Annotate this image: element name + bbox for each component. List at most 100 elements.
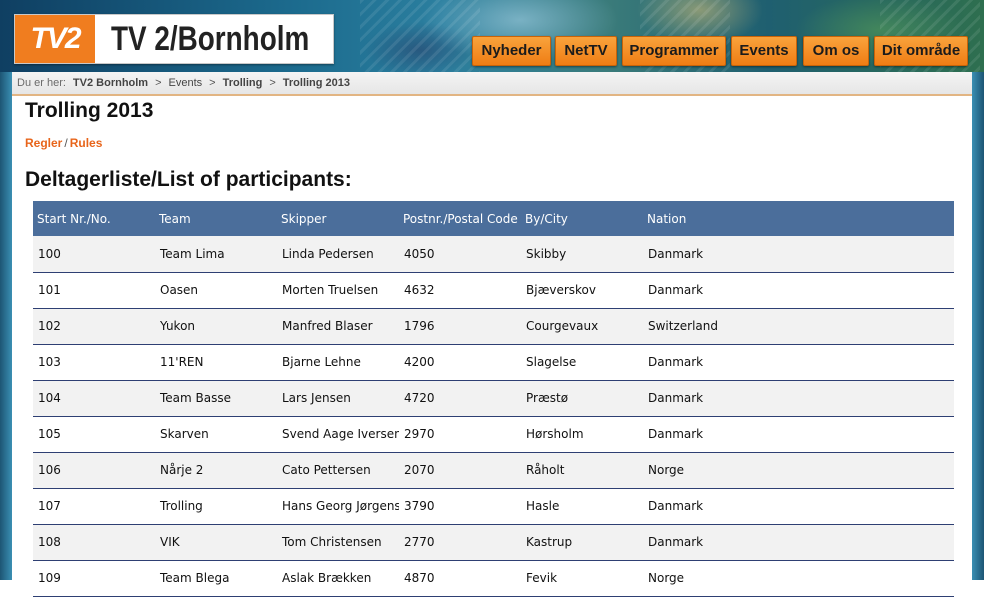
cell-team: Team Basse [160, 391, 232, 405]
breadcrumb-separator: > [155, 77, 162, 89]
breadcrumb-item-tv2-bornholm[interactable]: TV2 Bornholm [73, 72, 148, 94]
column-header-postal-code: Postnr./Postal Code [403, 211, 518, 226]
cell-nation: Switzerland [648, 319, 718, 333]
table-row: 100 Team Lima Linda Pedersen 4050 Skibby… [33, 236, 954, 272]
cell-nation: Danmark [648, 499, 704, 513]
cell-skipper: Bjarne Lehne [282, 355, 361, 369]
breadcrumb-item-events[interactable]: Events [169, 72, 203, 94]
cell-team: Nårje 2 [160, 463, 204, 477]
cell-start-no: 101 [38, 283, 61, 297]
participants-table: Start Nr./No. Team Skipper Postnr./Posta… [33, 201, 954, 597]
cell-start-no: 109 [38, 571, 61, 585]
cell-team: Team Blega [160, 571, 230, 585]
rules-links: Regler / Rules [25, 136, 102, 150]
page-title: Trolling 2013 [25, 99, 154, 122]
cell-team: Yukon [160, 319, 196, 333]
cell-team: Skarven [160, 427, 209, 441]
cell-nation: Danmark [648, 283, 704, 297]
cell-postal-code: 4720 [404, 391, 435, 405]
breadcrumb-prefix: Du er her: [17, 77, 66, 89]
cell-city: Hørsholm [526, 427, 584, 441]
rules-link-english[interactable]: Rules [70, 136, 103, 150]
cell-skipper: Morten Truelsen [282, 283, 379, 297]
header-banner: TV2 TV 2/Bornholm Nyheder NetTV Programm… [0, 0, 984, 72]
cell-skipper: Svend Aage Iversen [282, 427, 399, 441]
cell-skipper: Linda Pedersen [282, 246, 374, 261]
breadcrumb: Du er her: TV2 Bornholm > Events > Trolling > T… [12, 72, 972, 96]
cell-team: Team Lima [160, 246, 225, 261]
cell-nation: Danmark [648, 427, 704, 441]
cell-postal-code: 4870 [404, 571, 435, 585]
nav-item-events[interactable]: Events [731, 36, 797, 66]
nav-item-om-os[interactable]: Om os [803, 36, 869, 66]
nav-item-nettv[interactable]: NetTV [555, 36, 617, 66]
cell-postal-code: 4200 [404, 355, 435, 369]
nav-item-programmer[interactable]: Programmer [622, 36, 726, 66]
cell-postal-code: 2070 [404, 463, 435, 477]
cell-city: Kastrup [526, 535, 573, 549]
table-row: 103 11'REN Bjarne Lehne 4200 Slagelse Da… [33, 344, 954, 380]
cell-postal-code: 4632 [404, 283, 435, 297]
cell-postal-code: 2970 [404, 427, 435, 441]
cell-skipper: Aslak Brækken [282, 571, 372, 585]
cell-team: 11'REN [160, 355, 204, 369]
cell-start-no: 100 [38, 246, 61, 261]
participants-heading: Deltagerliste/List of participants: [25, 168, 352, 191]
cell-skipper: Lars Jensen [282, 391, 351, 405]
breadcrumb-separator: > [209, 77, 216, 89]
table-header-row: Start Nr./No. Team Skipper Postnr./Posta… [33, 201, 954, 236]
column-header-start-no: Start Nr./No. [37, 211, 111, 226]
cell-start-no: 105 [38, 427, 61, 441]
cell-nation: Danmark [648, 246, 704, 261]
page-gutter-right [972, 72, 984, 580]
cell-postal-code: 3790 [404, 499, 435, 513]
cell-start-no: 102 [38, 319, 61, 333]
breadcrumb-item-trolling[interactable]: Trolling [223, 72, 263, 94]
main-navigation: Nyheder NetTV Programmer Events Om os Di… [0, 36, 984, 66]
column-header-city: By/City [525, 211, 568, 226]
cell-start-no: 108 [38, 535, 61, 549]
table-row: 102 Yukon Manfred Blaser 1796 Courgevaux… [33, 308, 954, 344]
cell-team: VIK [160, 535, 180, 549]
cell-postal-code: 1796 [404, 319, 435, 333]
nav-item-nyheder[interactable]: Nyheder [472, 36, 551, 66]
table-row: 104 Team Basse Lars Jensen 4720 Præstø D… [33, 380, 954, 416]
cell-nation: Norge [648, 571, 685, 585]
cell-team: Trolling [160, 499, 203, 513]
cell-city: Hasle [526, 499, 560, 513]
table-row: 109 Team Blega Aslak Brækken 4870 Fevik … [33, 560, 954, 596]
cell-postal-code: 2770 [404, 535, 435, 549]
breadcrumb-separator: > [269, 77, 276, 89]
table-row: 105 Skarven Svend Aage Iversen 2970 Hørs… [33, 416, 954, 452]
cell-start-no: 106 [38, 463, 61, 477]
nav-item-dit-omraade[interactable]: Dit område [874, 36, 968, 66]
cell-city: Præstø [526, 391, 569, 405]
cell-city: Slagelse [526, 355, 577, 369]
cell-nation: Danmark [648, 391, 704, 405]
cell-postal-code: 4050 [404, 246, 435, 261]
cell-skipper: Cato Pettersen [282, 463, 371, 477]
rules-link-danish[interactable]: Regler [25, 136, 62, 150]
table-row: 108 VIK Tom Christensen 2770 Kastrup Dan… [33, 524, 954, 560]
table-row: 106 Nårje 2 Cato Pettersen 2070 Råholt N… [33, 452, 954, 488]
cell-start-no: 103 [38, 355, 61, 369]
cell-city: Skibby [526, 246, 567, 261]
cell-team: Oasen [160, 283, 199, 297]
cell-skipper: Tom Christensen [282, 535, 382, 549]
column-header-skipper: Skipper [281, 211, 327, 226]
cell-start-no: 107 [38, 499, 61, 513]
breadcrumb-item-trolling-2013[interactable]: Trolling 2013 [283, 72, 350, 94]
cell-city: Fevik [526, 571, 558, 585]
column-header-nation: Nation [647, 211, 687, 226]
rules-separator: / [64, 136, 68, 150]
cell-skipper: Hans Georg Jørgensen [282, 499, 399, 513]
cell-nation: Danmark [648, 535, 704, 549]
cell-city: Bjæverskov [526, 283, 596, 297]
cell-city: Råholt [526, 463, 565, 477]
page-gutter-left [0, 72, 12, 580]
cell-start-no: 104 [38, 391, 61, 405]
table-row: 107 Trolling Hans Georg Jørgensen 3790 H… [33, 488, 954, 524]
cell-nation: Danmark [648, 355, 704, 369]
column-header-team: Team [159, 211, 191, 226]
cell-city: Courgevaux [526, 319, 599, 333]
